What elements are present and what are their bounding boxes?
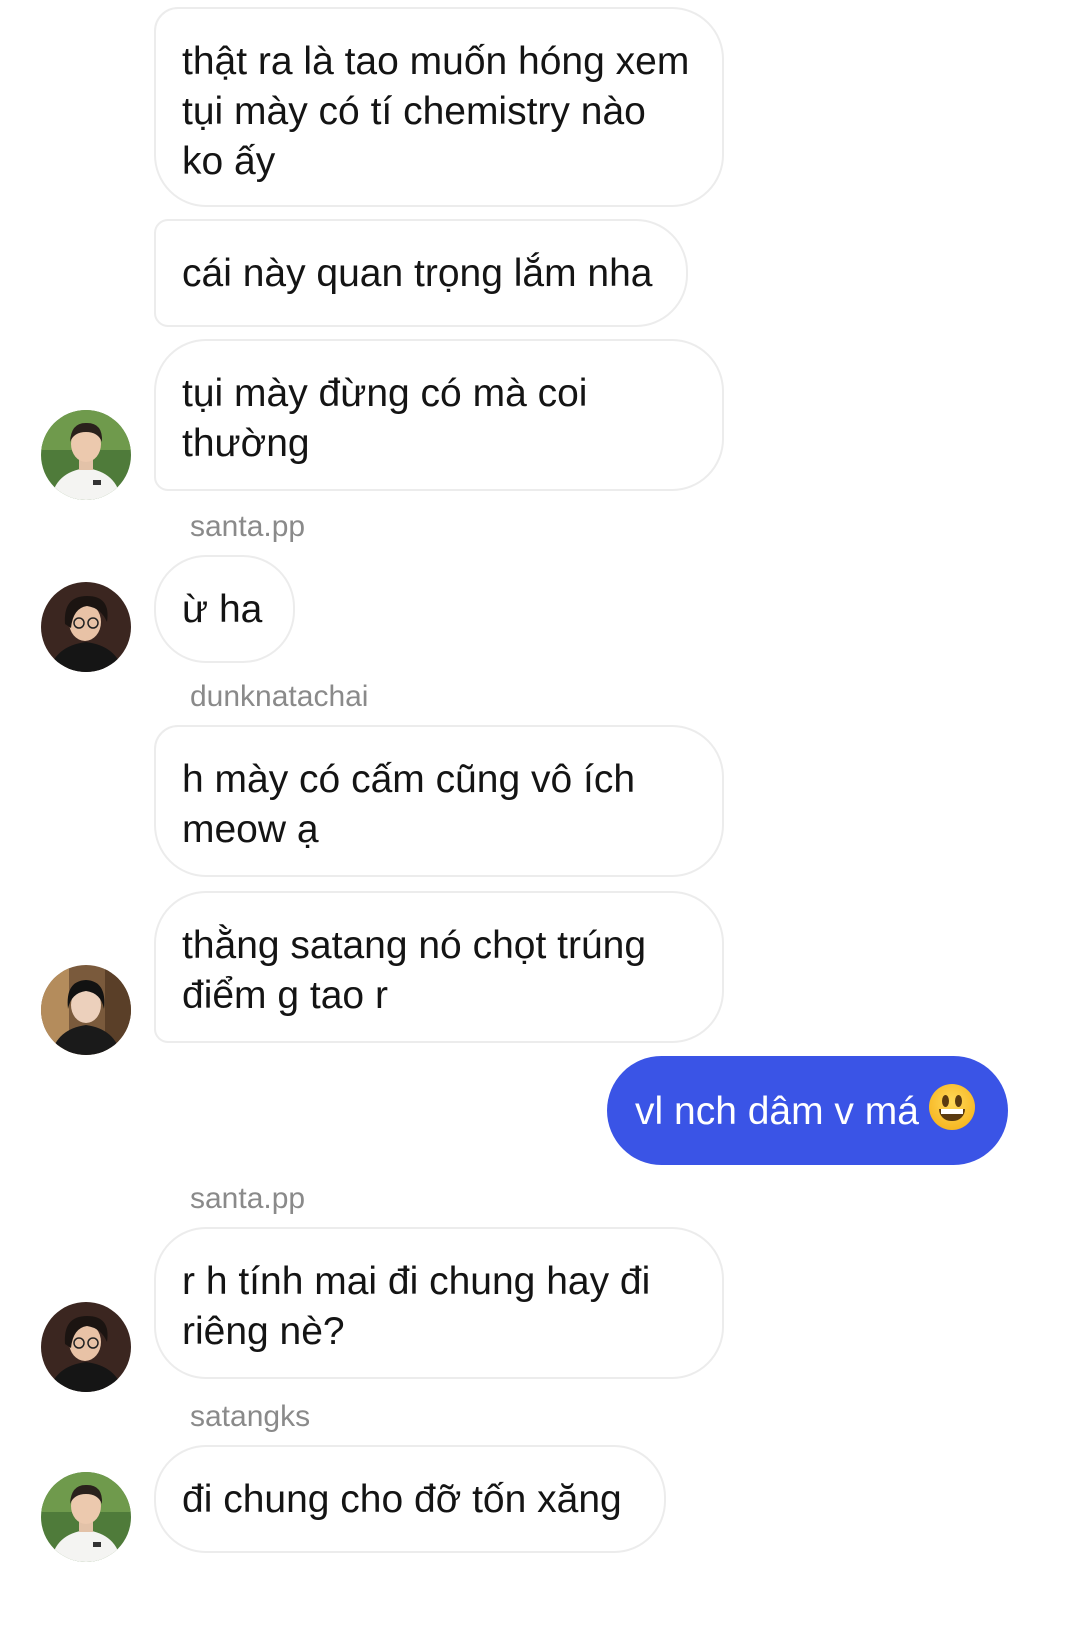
message-text: thật ra là tao muốn hóng xem tụi mày có …	[182, 40, 690, 183]
message-bubble[interactable]: thật ra là tao muốn hóng xem tụi mày có …	[154, 7, 724, 207]
avatar-dark-hair-icon	[41, 1302, 131, 1392]
message-text: thằng satang nó chọt trúng điểm g tao r	[182, 924, 647, 1017]
message-text: h mày có cấm cũng vô ích meow ạ	[182, 758, 636, 851]
avatar[interactable]	[41, 1472, 131, 1562]
message-bubble[interactable]: cái này quan trọng lắm nha	[154, 219, 688, 327]
message-text: r h tính mai đi chung hay đi riêng nè?	[182, 1260, 651, 1353]
sender-name: satangks	[190, 1400, 311, 1433]
avatar[interactable]	[41, 410, 131, 500]
avatar-boy-white-shirt-icon	[41, 410, 131, 500]
avatar-dark-hair-icon	[41, 582, 131, 672]
message-bubble[interactable]: thằng satang nó chọt trúng điểm g tao r	[154, 891, 724, 1043]
message-bubble[interactable]: tụi mày đừng có mà coi thường	[154, 339, 724, 491]
message-text: vl nch dâm v má	[635, 1090, 919, 1133]
sender-name: santa.pp	[190, 1182, 306, 1215]
message-bubble[interactable]: đi chung cho đỡ tốn xăng	[154, 1445, 666, 1553]
avatar-boy-white-shirt-icon	[41, 1472, 131, 1562]
avatar[interactable]	[41, 965, 131, 1055]
message-text: đi chung cho đỡ tốn xăng	[182, 1478, 622, 1521]
message-bubble[interactable]: r h tính mai đi chung hay đi riêng nè?	[154, 1227, 724, 1379]
outgoing-message-bubble[interactable]: vl nch dâm v má	[607, 1056, 1008, 1165]
message-bubble[interactable]: h mày có cấm cũng vô ích meow ạ	[154, 725, 724, 877]
avatar-dark-hair-2-icon	[41, 965, 131, 1055]
message-text: tụi mày đừng có mà coi thường	[182, 372, 588, 465]
avatar[interactable]	[41, 582, 131, 672]
grinning-face-emoji-icon	[928, 1084, 975, 1130]
message-text: ừ ha	[182, 588, 263, 631]
message-text: cái này quan trọng lắm nha	[182, 252, 653, 295]
avatar[interactable]	[41, 1302, 131, 1392]
message-bubble[interactable]: ừ ha	[154, 555, 295, 663]
sender-name: santa.pp	[190, 510, 306, 543]
sender-name: dunknatachai	[190, 680, 369, 713]
